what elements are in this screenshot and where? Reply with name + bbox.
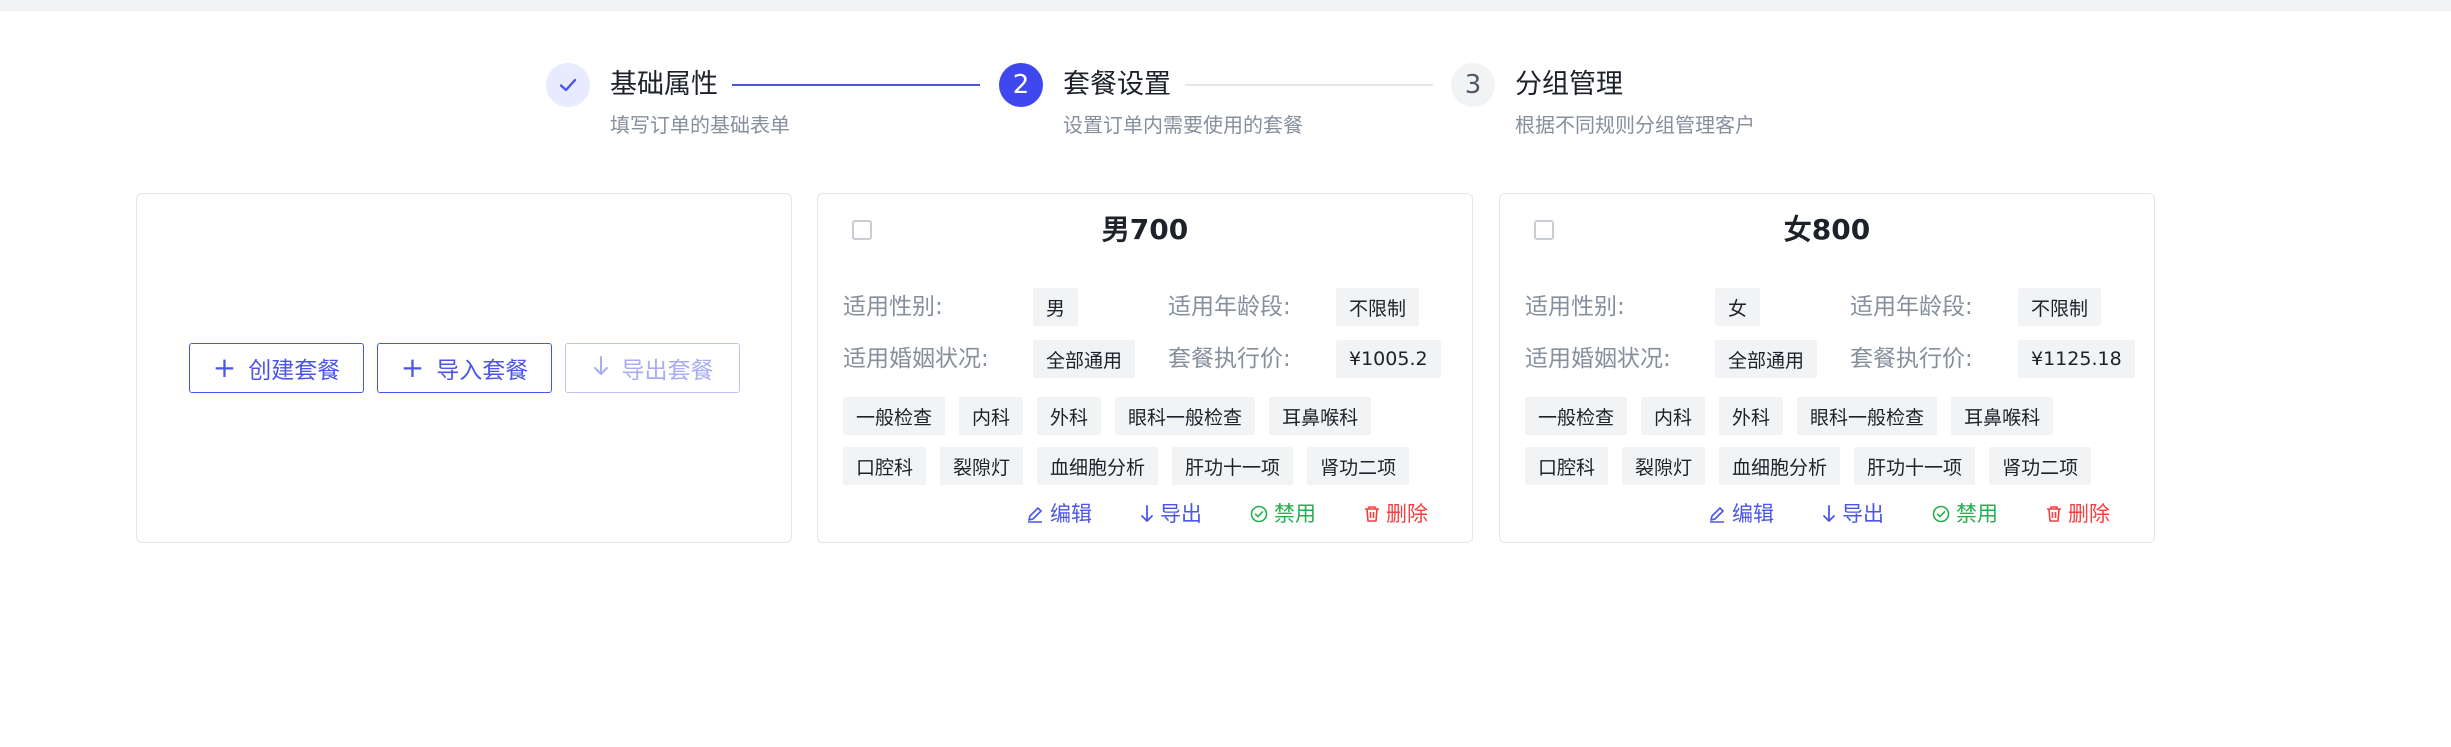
exam-tag: 内科 (959, 397, 1024, 435)
step-1-check-icon[interactable] (546, 63, 590, 107)
disable-package-button[interactable]: 禁用 (1932, 501, 1998, 527)
arrow-down-icon (592, 354, 610, 382)
step-1-connector (732, 84, 980, 86)
step-3-desc: 根据不同规则分组管理客户 (1515, 113, 1755, 137)
create-package-label: 创建套餐 (248, 358, 341, 384)
exam-tag: 耳鼻喉科 (1951, 397, 2054, 435)
step-2-desc: 设置订单内需要使用的套餐 (1063, 113, 1303, 137)
marriage-value: 全部通用 (1033, 340, 1136, 378)
exam-tag: 肾功二项 (1989, 447, 2092, 485)
age-label: 适用年龄段: (1850, 294, 1973, 320)
gender-label: 适用性别: (1525, 294, 1625, 320)
exam-tag: 耳鼻喉科 (1269, 397, 1372, 435)
exam-tag: 眼科一般检查 (1115, 397, 1256, 435)
delete-label: 删除 (1386, 502, 1428, 526)
exam-tag: 肝功十一项 (1854, 447, 1976, 485)
gender-value: 男 (1033, 288, 1079, 326)
exam-tag: 血细胞分析 (1719, 447, 1841, 485)
delete-package-button[interactable]: 删除 (2046, 501, 2110, 527)
disable-label: 禁用 (1274, 502, 1316, 526)
exam-tag: 内科 (1641, 397, 1706, 435)
export-single-package-button[interactable]: 导出 (1822, 501, 1884, 527)
price-label: 套餐执行价: (1168, 346, 1291, 372)
gender-value: 女 (1715, 288, 1761, 326)
edit-icon (1710, 507, 1724, 523)
age-value: 不限制 (1336, 288, 1420, 326)
price-value: ¥1125.18 (2018, 340, 2135, 378)
marriage-label: 适用婚姻状况: (843, 346, 989, 372)
export-package-label: 导出套餐 (621, 358, 714, 384)
exam-tag: 血细胞分析 (1037, 447, 1159, 485)
package-actions: 编辑 导出 禁用 删除 (1708, 501, 2110, 527)
exam-tag: 肝功十一项 (1172, 447, 1294, 485)
exam-tags-row-1: 一般检查 内科 外科 眼科一般检查 耳鼻喉科 (843, 397, 1372, 435)
exam-tags-row-2: 口腔科 裂隙灯 血细胞分析 肝功十一项 肾功二项 (1525, 447, 2092, 485)
steps-bar: 基础属性 填写订单的基础表单 2 套餐设置 设置订单内需要使用的套餐 3 分组管… (0, 0, 2451, 160)
exam-tag: 一般检查 (1525, 397, 1628, 435)
exam-tag: 口腔科 (1525, 447, 1609, 485)
exam-tag: 裂隙灯 (940, 447, 1024, 485)
exam-tag: 眼科一般检查 (1797, 397, 1938, 435)
price-value: ¥1005.2 (1336, 340, 1441, 378)
age-value: 不限制 (2018, 288, 2102, 326)
arrow-down-icon (1823, 505, 1835, 522)
exam-tag: 外科 (1037, 397, 1102, 435)
disable-label: 禁用 (1956, 502, 1998, 526)
export-package-button[interactable]: 导出套餐 (565, 343, 740, 393)
package-card[interactable]: 女800 适用性别: 女 适用年龄段: 不限制 适用婚姻状况: 全部通用 套餐执… (1499, 193, 2155, 543)
package-actions: 编辑 导出 禁用 删除 (1026, 501, 1428, 527)
import-package-label: 导入套餐 (436, 358, 529, 384)
step-2-number[interactable]: 2 (999, 63, 1043, 107)
step-2-connector (1185, 84, 1433, 86)
exam-tag: 裂隙灯 (1622, 447, 1706, 485)
disable-package-button[interactable]: 禁用 (1250, 501, 1316, 527)
marriage-label: 适用婚姻状况: (1525, 346, 1671, 372)
edit-icon (1028, 507, 1042, 523)
export-single-package-button[interactable]: 导出 (1140, 501, 1202, 527)
delete-package-button[interactable]: 删除 (1364, 501, 1428, 527)
check-circle-icon (1250, 505, 1268, 523)
arrow-down-icon (1141, 505, 1153, 522)
step-3-number[interactable]: 3 (1451, 63, 1495, 107)
delete-label: 删除 (2068, 502, 2110, 526)
package-title: 女800 (1783, 213, 1871, 246)
exam-tags-row-2: 口腔科 裂隙灯 血细胞分析 肝功十一项 肾功二项 (843, 447, 1410, 485)
exam-tag: 口腔科 (843, 447, 927, 485)
gender-label: 适用性别: (843, 294, 943, 320)
plus-icon: + (212, 351, 237, 384)
edit-package-button[interactable]: 编辑 (1708, 501, 1774, 527)
step-3-title[interactable]: 分组管理 (1515, 68, 1623, 102)
package-title: 男700 (1101, 213, 1189, 246)
create-package-button[interactable]: + 创建套餐 (189, 343, 364, 393)
trash-icon (2047, 506, 2061, 522)
edit-package-button[interactable]: 编辑 (1026, 501, 1092, 527)
age-label: 适用年龄段: (1168, 294, 1291, 320)
step-2-title[interactable]: 套餐设置 (1063, 68, 1171, 102)
trash-icon (1365, 506, 1379, 522)
edit-label: 编辑 (1050, 502, 1092, 526)
exam-tags-row-1: 一般检查 内科 外科 眼科一般检查 耳鼻喉科 (1525, 397, 2054, 435)
check-circle-icon (1932, 505, 1950, 523)
step-1-title[interactable]: 基础属性 (610, 68, 718, 102)
exam-tag: 肾功二项 (1307, 447, 1410, 485)
exam-tag: 一般检查 (843, 397, 946, 435)
plus-icon: + (400, 351, 425, 384)
export-label: 导出 (1842, 502, 1884, 526)
export-label: 导出 (1160, 502, 1202, 526)
step-1-desc: 填写订单的基础表单 (610, 113, 790, 137)
marriage-value: 全部通用 (1715, 340, 1818, 378)
exam-tag: 外科 (1719, 397, 1784, 435)
create-package-card: + 创建套餐 + 导入套餐 导出套餐 (136, 193, 792, 543)
price-label: 套餐执行价: (1850, 346, 1973, 372)
package-card[interactable]: 男700 适用性别: 男 适用年龄段: 不限制 适用婚姻状况: 全部通用 套餐执… (817, 193, 1473, 543)
import-package-button[interactable]: + 导入套餐 (377, 343, 552, 393)
edit-label: 编辑 (1732, 502, 1774, 526)
